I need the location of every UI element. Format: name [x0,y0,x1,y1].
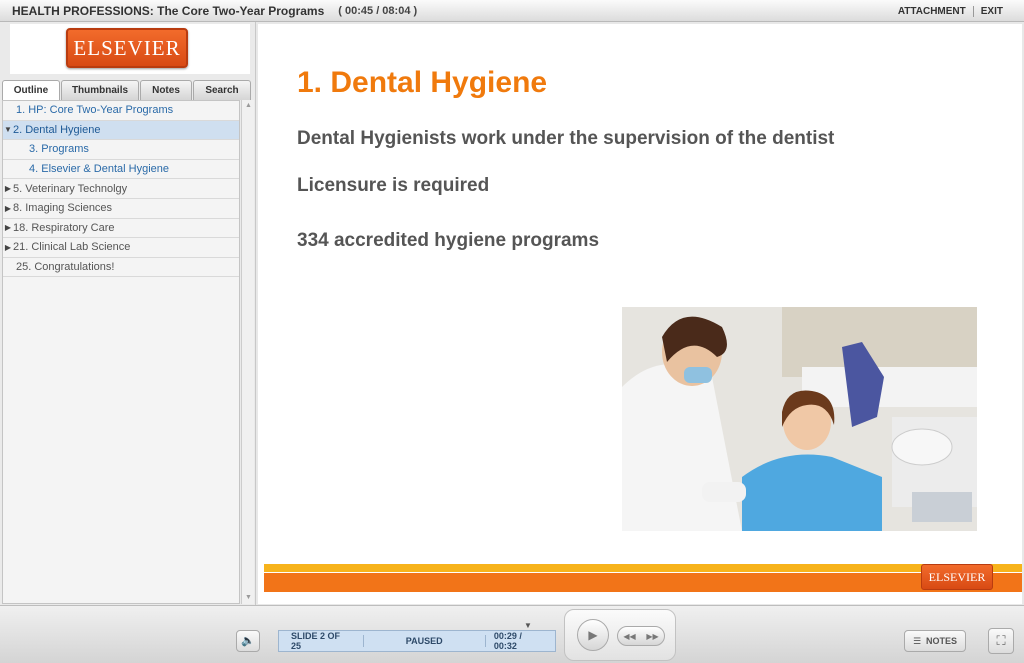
collapsed-arrow-icon[interactable]: ▶ [3,243,13,252]
next-slide-icon[interactable]: ▶▶ [646,632,658,641]
fullscreen-icon[interactable]: ⛶ [988,628,1014,654]
footer-stripe-orange [264,573,1022,592]
collapsed-arrow-icon[interactable]: ▶ [3,223,13,232]
exit-link[interactable]: EXIT [974,6,1010,17]
tab-notes[interactable]: Notes [140,80,192,100]
slide-counter: SLIDE 2 OF 25 [291,631,341,651]
elsevier-logo: ELSEVIER [66,28,188,68]
footer-stripe-yellow [264,564,1022,572]
outline-item[interactable]: ▶ 18. Respiratory Care [3,219,239,239]
outline-item[interactable]: 1. HP: Core Two-Year Programs [3,101,239,121]
slide-elapsed: 00:29 / 00:32 [493,631,522,651]
scroll-down-icon[interactable]: ▼ [242,592,255,604]
top-links: ATTACHMENT EXIT [891,0,1010,22]
top-bar: HEALTH PROFESSIONS: The Core Two-Year Pr… [0,0,1024,22]
attachment-link[interactable]: ATTACHMENT [891,6,973,17]
outline-item-label: 18. Respiratory Care [13,221,115,234]
outline-item-label: 25. Congratulations! [16,261,115,274]
slide-bullet: Licensure is required [297,175,490,196]
notes-label: NOTES [926,636,958,646]
previous-slide-icon[interactable]: ◀◀ [623,632,635,641]
outline-item-label: 4. Elsevier & Dental Hygiene [29,163,170,176]
playback-status: SLIDE 2 OF 25 PAUSED 00:29 / 00:32 [278,630,556,652]
notes-icon: ☰ [912,635,922,646]
outline-item[interactable]: ▼ 2. Dental Hygiene [3,120,239,141]
outline-list: 1. HP: Core Two-Year Programs ▼ 2. Dental … [2,100,240,604]
playback-state: PAUSED [405,636,443,646]
playback-controls: ▶ ◀◀ ▶▶ [564,609,676,661]
scroll-up-icon[interactable]: ▲ [242,100,255,112]
volume-icon[interactable]: 🔈 [236,630,260,652]
slide-bullet: 334 accredited hygiene programs [297,230,600,251]
outline-item[interactable]: 3. Programs [3,140,239,160]
outline-item[interactable]: ▶ 8. Imaging Sciences [3,199,239,219]
tab-outline[interactable]: Outline [2,80,60,100]
outline-item[interactable]: 4. Elsevier & Dental Hygiene [3,160,239,180]
logo-area: ELSEVIER [10,24,250,74]
tab-search[interactable]: Search [193,80,251,100]
outline-item-label: 5. Veterinary Technolgy [13,182,128,195]
slide-nav: ◀◀ ▶▶ [617,626,665,646]
collapsed-arrow-icon[interactable]: ▶ [3,204,13,213]
outline-item-label: 8. Imaging Sciences [13,202,113,215]
outline-item-label: 3. Programs [29,143,89,156]
outline-item[interactable]: 25. Congratulations! [3,258,239,278]
slide-bullet: Dental Hygienists work under the supervi… [297,128,835,149]
tab-thumbnails[interactable]: Thumbnails [61,80,139,100]
sidebar: ELSEVIER Outline Thumbnails Notes Search… [0,22,256,605]
course-title: HEALTH PROFESSIONS: The Core Two-Year Pr… [12,3,325,18]
slide-canvas: 1. Dental Hygiene Dental Hygienists work… [258,24,1022,604]
collapsed-arrow-icon[interactable]: ▶ [3,184,13,193]
expanded-arrow-icon[interactable]: ▼ [3,125,13,134]
outline-scrollbar[interactable]: ▲ ▼ [241,100,254,604]
course-time: ( 00:45 / 08:04 ) [338,4,418,17]
footer-elsevier-logo: ELSEVIER [921,564,993,590]
progress-marker-icon[interactable]: ▼ [524,621,532,630]
outline-item-label: 1. HP: Core Two-Year Programs [16,104,174,117]
outline-item-label: 21. Clinical Lab Science [13,241,131,254]
play-button[interactable]: ▶ [577,619,609,651]
outline-item[interactable]: ▶ 5. Veterinary Technolgy [3,179,239,199]
sidebar-tabs: Outline Thumbnails Notes Search [2,80,252,100]
outline-item-label: 2. Dental Hygiene [13,123,101,136]
outline-item[interactable]: ▶ 21. Clinical Lab Science [3,238,239,258]
slide-title: 1. Dental Hygiene [297,66,548,99]
dental-hygienist-photo [622,307,977,531]
player-bar: 🔈 SLIDE 2 OF 25 PAUSED 00:29 / 00:32 ▼ ▶… [0,605,1024,663]
notes-button[interactable]: ☰ NOTES [904,630,966,652]
